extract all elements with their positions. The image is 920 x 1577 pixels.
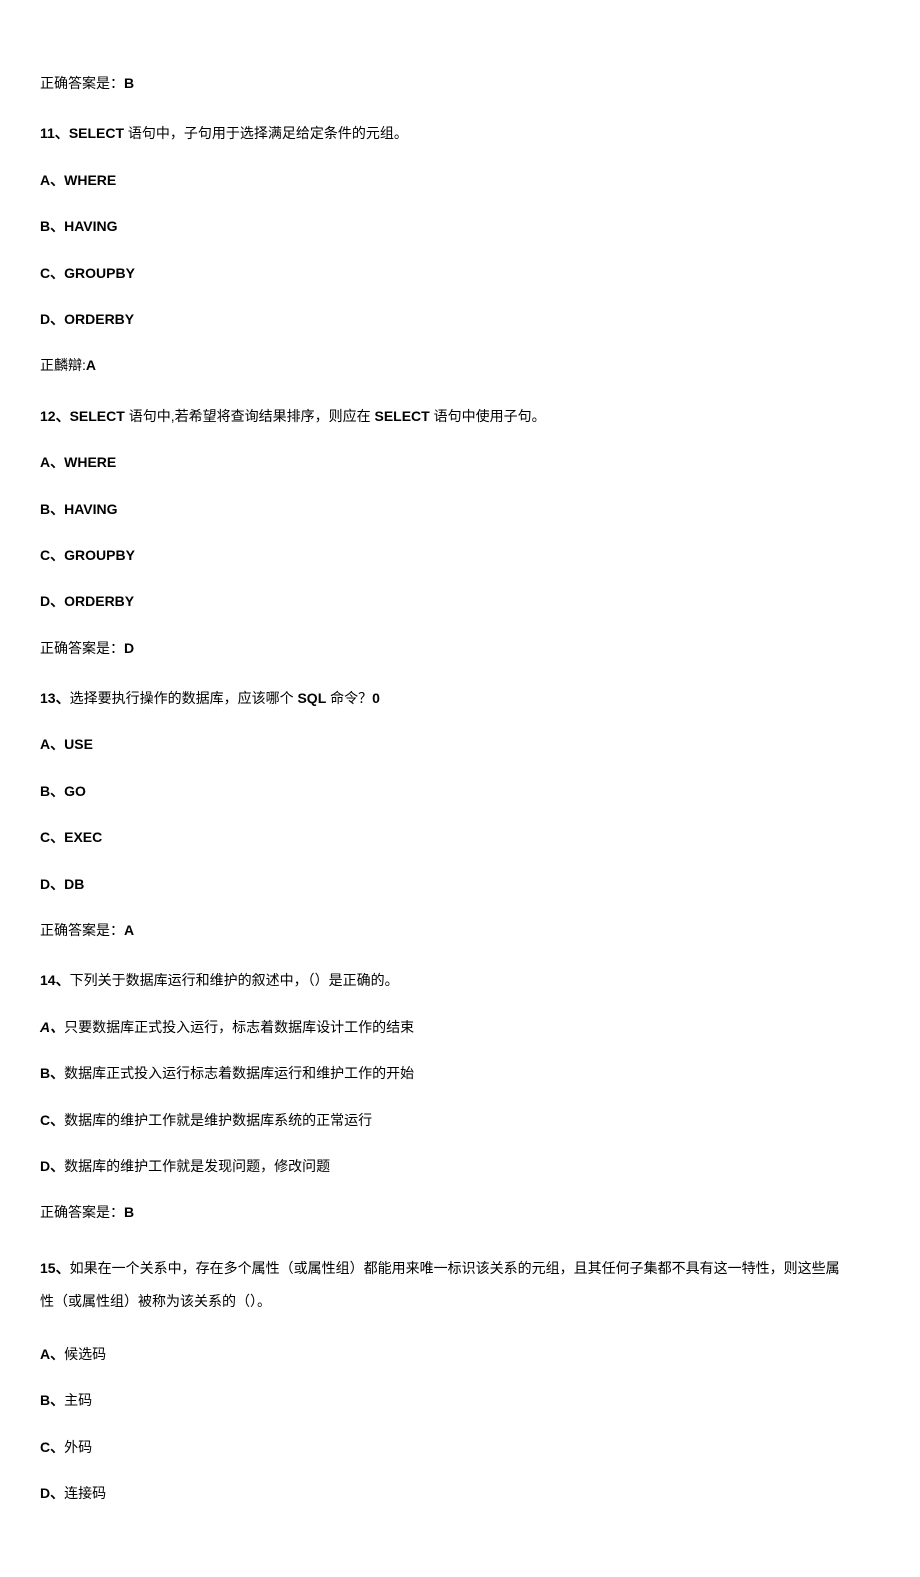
option-12-c: C、GROUPBY bbox=[40, 544, 880, 566]
option-11-a: A、WHERE bbox=[40, 169, 880, 191]
option-label: A、 bbox=[40, 172, 64, 188]
answer-13: 正确答案是：A bbox=[40, 919, 880, 941]
question-number: 11、 bbox=[40, 125, 69, 141]
option-value: 数据库的维护工作就是发现问题，修改问题 bbox=[64, 1158, 330, 1174]
question-number: 13、 bbox=[40, 690, 70, 706]
option-15-c: C、外码 bbox=[40, 1436, 880, 1458]
option-12-d: D、ORDERBY bbox=[40, 590, 880, 612]
answer-value: B bbox=[124, 75, 134, 91]
question-text-line1: 如果在一个关系中，存在多个属性（或属性组）都能用来唯一标识该关系的元组，且其任何… bbox=[70, 1260, 840, 1276]
option-13-a: A、USE bbox=[40, 733, 880, 755]
question-11: 11、SELECT 语句中，子句用于选择满足给定条件的元组。 bbox=[40, 122, 880, 144]
question-text-line2: 性（或属性组）被称为该关系的（）。 bbox=[40, 1293, 271, 1309]
question-text1: 选择要执行操作的数据库，应该哪个 bbox=[70, 690, 298, 706]
question-prefix: SELECT bbox=[70, 408, 125, 424]
question-prefix: SELECT bbox=[69, 125, 124, 141]
answer-0: 正确答案是：B bbox=[40, 72, 880, 94]
answer-11: 正麟辯:A bbox=[40, 354, 880, 376]
option-value: GROUPBY bbox=[64, 547, 135, 563]
option-11-c: C、GROUPBY bbox=[40, 262, 880, 284]
option-value: ORDERBY bbox=[64, 593, 134, 609]
question-13: 13、选择要执行操作的数据库，应该哪个 SQL 命令？0 bbox=[40, 687, 880, 709]
question-12: 12、SELECT 语句中,若希望将查询结果排序，则应在 SELECT 语句中使… bbox=[40, 405, 880, 427]
option-label: D、 bbox=[40, 1158, 64, 1174]
answer-prefix: 正确答案是： bbox=[40, 922, 124, 938]
answer-prefix: 正确答案是： bbox=[40, 640, 124, 656]
option-13-d: D、DB bbox=[40, 873, 880, 895]
option-label: B、 bbox=[40, 218, 64, 234]
option-value: GROUPBY bbox=[64, 265, 135, 281]
option-12-b: B、HAVING bbox=[40, 498, 880, 520]
question-number: 12、 bbox=[40, 408, 70, 424]
option-label: B、 bbox=[40, 501, 64, 517]
answer-value: B bbox=[124, 1204, 134, 1220]
option-value: USE bbox=[64, 736, 93, 752]
question-text2: SQL bbox=[297, 690, 326, 706]
question-text3: 命令？ bbox=[326, 690, 372, 706]
option-14-b: B、数据库正式投入运行标志着数据库运行和维护工作的开始 bbox=[40, 1062, 880, 1084]
option-label: B、 bbox=[40, 1392, 64, 1408]
question-number: 15、 bbox=[40, 1260, 70, 1276]
question-mid2: SELECT bbox=[374, 408, 429, 424]
option-value: 外码 bbox=[64, 1439, 92, 1455]
option-label: D、 bbox=[40, 311, 64, 327]
answer-value: A bbox=[86, 357, 96, 373]
answer-12: 正确答案是：D bbox=[40, 637, 880, 659]
option-value: GO bbox=[64, 783, 86, 799]
option-value: ORDERBY bbox=[64, 311, 134, 327]
option-value: HAVING bbox=[64, 218, 117, 234]
option-label: A、 bbox=[40, 454, 64, 470]
option-value: 候选码 bbox=[64, 1346, 106, 1362]
option-label: C、 bbox=[40, 1112, 64, 1128]
option-value: WHERE bbox=[64, 172, 116, 188]
question-mid1: 语句中,若希望将查询结果排序，则应在 bbox=[125, 408, 375, 424]
answer-prefix: 正确答案是： bbox=[40, 1204, 124, 1220]
option-14-c: C、数据库的维护工作就是维护数据库系统的正常运行 bbox=[40, 1109, 880, 1131]
option-label: B、 bbox=[40, 783, 64, 799]
answer-value: D bbox=[124, 640, 134, 656]
option-label: D、 bbox=[40, 876, 64, 892]
question-14: 14、下列关于数据库运行和维护的叙述中，（）是正确的。 bbox=[40, 969, 880, 991]
option-14-a: A、只要数据库正式投入运行，标志着数据库设计工作的结束 bbox=[40, 1016, 880, 1038]
option-value: DB bbox=[64, 876, 84, 892]
option-value: 连接码 bbox=[64, 1485, 106, 1501]
option-15-d: D、连接码 bbox=[40, 1482, 880, 1504]
option-label: C、 bbox=[40, 829, 64, 845]
option-value: 数据库的维护工作就是维护数据库系统的正常运行 bbox=[64, 1112, 372, 1128]
option-value: WHERE bbox=[64, 454, 116, 470]
answer-value: A bbox=[124, 922, 134, 938]
answer-prefix: 正麟辯: bbox=[40, 357, 86, 373]
question-15: 15、如果在一个关系中，存在多个属性（或属性组）都能用来唯一标识该关系的元组，且… bbox=[40, 1252, 880, 1319]
option-12-a: A、WHERE bbox=[40, 451, 880, 473]
option-13-c: C、EXEC bbox=[40, 826, 880, 848]
question-number: 14、 bbox=[40, 972, 70, 988]
question-text: 下列关于数据库运行和维护的叙述中，（）是正确的。 bbox=[70, 972, 399, 988]
option-14-d: D、数据库的维护工作就是发现问题，修改问题 bbox=[40, 1155, 880, 1177]
option-value: 主码 bbox=[64, 1392, 92, 1408]
option-value: 只要数据库正式投入运行，标志着数据库设计工作的结束 bbox=[64, 1019, 414, 1035]
option-15-a: A、候选码 bbox=[40, 1343, 880, 1365]
option-11-b: B、HAVING bbox=[40, 215, 880, 237]
option-label: A、 bbox=[40, 1346, 64, 1362]
question-rest: 语句中，子句用于选择满足给定条件的元组。 bbox=[124, 125, 408, 141]
option-label: C、 bbox=[40, 547, 64, 563]
option-value: HAVING bbox=[64, 501, 117, 517]
option-label: C、 bbox=[40, 1439, 64, 1455]
option-13-b: B、GO bbox=[40, 780, 880, 802]
answer-prefix: 正确答案是： bbox=[40, 75, 124, 91]
option-label: B、 bbox=[40, 1065, 64, 1081]
question-text4: 0 bbox=[372, 690, 380, 706]
option-11-d: D、ORDERBY bbox=[40, 308, 880, 330]
option-15-b: B、主码 bbox=[40, 1389, 880, 1411]
option-value: 数据库正式投入运行标志着数据库运行和维护工作的开始 bbox=[64, 1065, 414, 1081]
answer-14: 正确答案是：B bbox=[40, 1201, 880, 1223]
option-label: D、 bbox=[40, 1485, 64, 1501]
option-label: D、 bbox=[40, 593, 64, 609]
option-label: C、 bbox=[40, 265, 64, 281]
option-value: EXEC bbox=[64, 829, 102, 845]
question-rest: 语句中使用子句。 bbox=[430, 408, 546, 424]
option-label: A、 bbox=[40, 736, 64, 752]
option-label: A、 bbox=[40, 1019, 64, 1035]
